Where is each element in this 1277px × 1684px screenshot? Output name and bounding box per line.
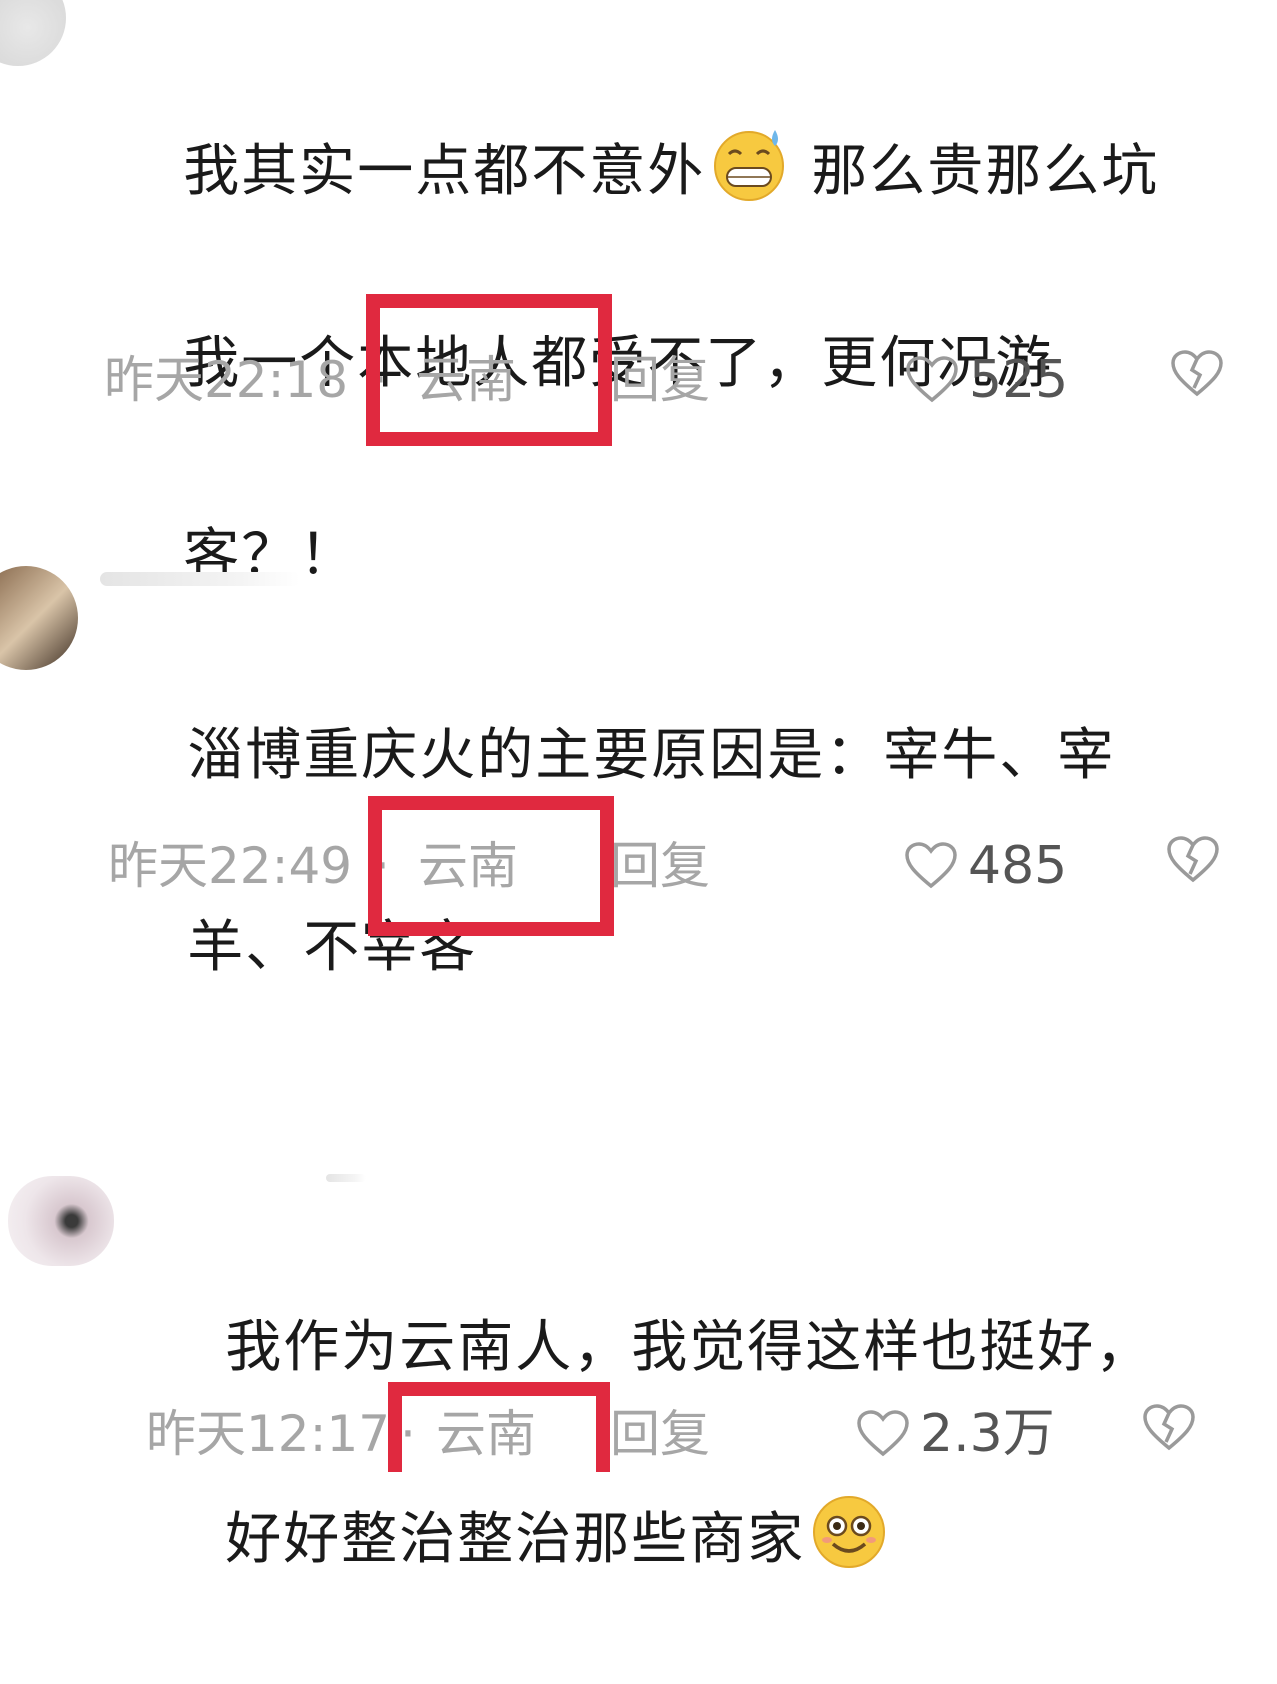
reply-button[interactable]: 回复 [610,836,710,896]
like-count: 485 [968,836,1068,896]
location-highlight-box [366,294,612,446]
timestamp: 昨天22:49 [108,837,353,895]
username-placeholder [100,572,300,586]
heart-icon [905,842,957,889]
username-placeholder [326,1174,366,1182]
reply-button[interactable]: 回复 [610,350,710,410]
comment-line: 淄博重庆火的主要原因是：宰牛、宰 [187,723,1116,788]
comment-item: 淄博重庆火的主要原因是：宰牛、宰 羊、不宰客 昨天22:49 · 云南 回复 4… [0,560,1277,980]
comment-item: 我作为云南人，我觉得这样也挺好， 好好整治整治那些商家 昨天12:17 · 云南… [0,1170,1277,1572]
location-highlight-box [388,1382,610,1472]
broken-heart-icon [1167,836,1219,883]
comment-meta: 昨天22:49 · 云南 回复 485 [0,836,1277,896]
timestamp: 昨天22:18 [104,351,349,409]
broken-heart-icon [1143,1404,1195,1451]
heart-icon [906,356,958,403]
like-button[interactable]: 485 [904,836,1067,896]
comment-meta: 昨天12:17 · 云南 回复 2.3万 [0,1404,1277,1464]
like-count: 525 [969,350,1069,410]
like-button[interactable]: 525 [905,350,1068,410]
like-count: 2.3万 [920,1404,1055,1464]
smiling-face-emoji-icon [809,1492,889,1572]
comment-meta: 昨天22:18 · 云南 回复 525 [0,350,1277,410]
comment-item: 我其实一点都不意外 那么贵那么坑 我一个本地人都受不了，更何况游 客？！ 昨天2… [0,0,1277,588]
location-highlight-box [368,796,614,936]
avatar[interactable] [0,0,66,66]
dislike-button[interactable] [1166,836,1220,897]
heart-icon [857,1410,909,1457]
avatar[interactable] [0,566,78,670]
reply-button[interactable]: 回复 [610,1404,710,1464]
comment-line: 好好整治整治那些商家 [225,1507,806,1572]
comment-line: 我作为云南人，我觉得这样也挺好， [225,1315,1154,1380]
broken-heart-icon [1171,350,1223,397]
like-button[interactable]: 2.3万 [856,1404,1055,1464]
comment-line: 那么贵那么坑 [811,139,1160,204]
timestamp: 昨天12:17 [146,1405,391,1463]
avatar[interactable] [8,1176,114,1266]
comment-line: 我其实一点都不意外 [183,139,706,204]
dislike-button[interactable] [1170,350,1224,411]
grinning-sweat-emoji-icon [709,124,789,204]
